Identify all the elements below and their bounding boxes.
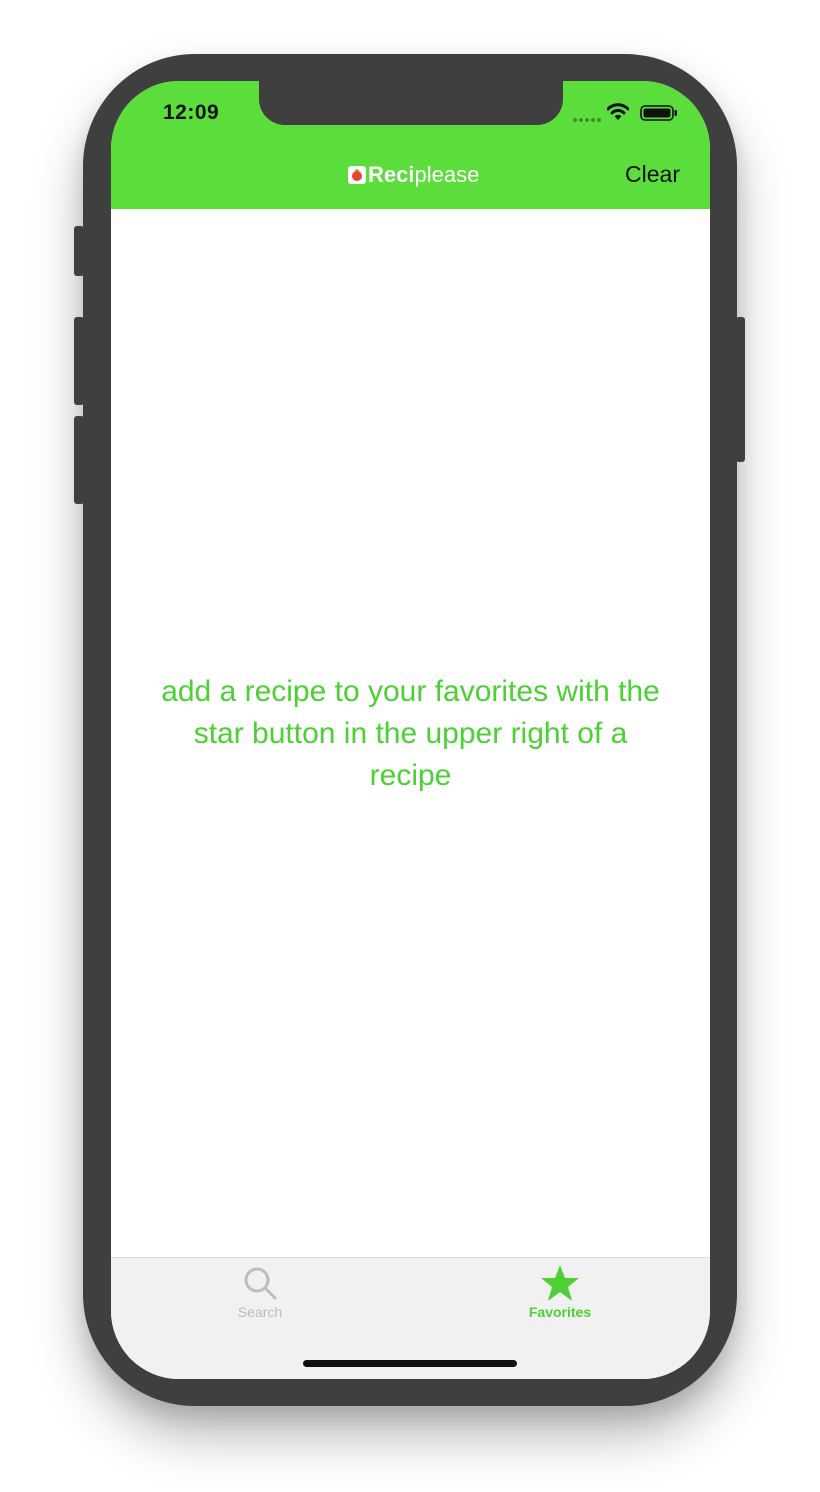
wifi-icon — [607, 103, 629, 120]
cellular-signal-icon — [573, 118, 603, 122]
tab-bar: Search Favorites — [111, 1257, 710, 1379]
tab-search-label: Search — [237, 1304, 283, 1320]
logo-text-light: please — [414, 162, 480, 187]
empty-favorites-message: add a recipe to your favorites with the … — [161, 675, 660, 792]
logo-text-bold: Reci — [368, 162, 415, 187]
home-indicator — [303, 1360, 517, 1367]
clear-button[interactable]: Clear — [625, 161, 680, 188]
battery-icon — [640, 105, 677, 121]
volume-up-button — [74, 317, 84, 405]
app-screen: 12:09 Reci please Clear add a recipe to … — [111, 81, 710, 1379]
tab-search[interactable]: Search — [200, 1264, 320, 1320]
tomato-icon — [348, 166, 366, 184]
tab-favorites-label: Favorites — [528, 1304, 592, 1320]
status-time: 12:09 — [163, 101, 220, 124]
mute-switch — [74, 226, 84, 276]
star-icon — [541, 1265, 579, 1301]
volume-down-button — [74, 416, 84, 504]
device-notch — [259, 81, 563, 125]
tab-favorites[interactable]: Favorites — [500, 1264, 620, 1320]
power-button — [736, 317, 745, 462]
navigation-header: 12:09 Reci please Clear — [111, 81, 710, 209]
app-logo: Reci please — [348, 161, 479, 189]
magnifier-icon — [244, 1267, 277, 1300]
